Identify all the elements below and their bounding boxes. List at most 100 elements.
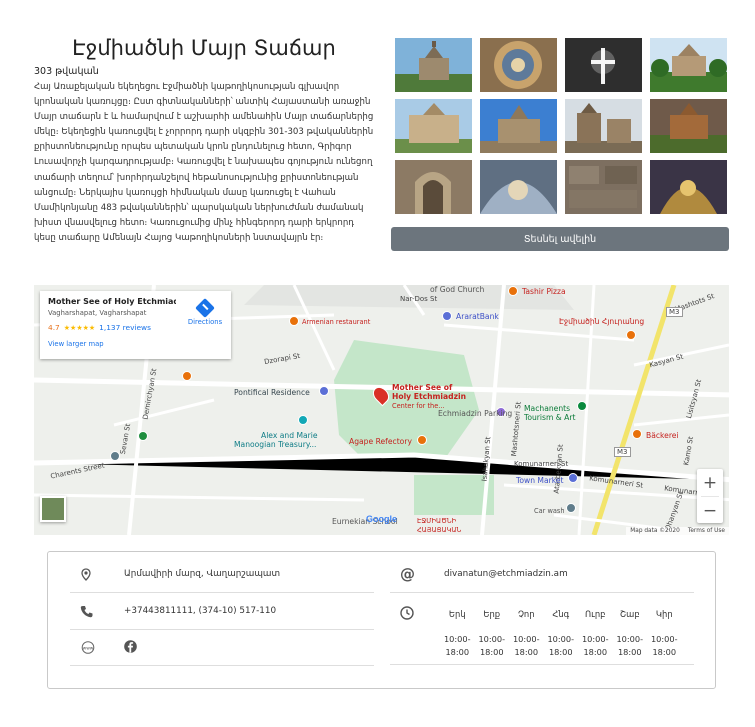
hours-time-value: 10:00- 18:00 (547, 633, 575, 657)
poi-manoogian-treasury[interactable]: Manoogian Treasury... (234, 440, 316, 449)
poi-machanents[interactable]: Tourism & Art (524, 413, 575, 422)
hours-row: Երկ Երք Չոր Հնգ Ուրբ Շաբ Կիր 10:00- 18:00 10:00- 1… (390, 593, 694, 665)
zoom-control: + − (697, 469, 723, 523)
google-logo-text: Google (366, 514, 397, 524)
hours-time-value: 10:00- 18:00 (616, 633, 644, 657)
poi-machanents[interactable]: Machanents (524, 404, 570, 413)
gallery-thumb-church-facade[interactable] (395, 99, 472, 153)
gallery-thumb-church-sunset[interactable] (650, 99, 727, 153)
contact-info-box: Արմավիրի մարզ, Վաղարշապատ +37443811111, … (47, 551, 716, 689)
stone-wall-photo (565, 160, 642, 214)
poi-araratbank[interactable]: AraratBank (456, 312, 499, 321)
hours-time-value: 10:00- 18:00 (581, 633, 609, 657)
car-wash-pin-icon[interactable] (566, 503, 576, 513)
satellite-toggle[interactable] (40, 496, 66, 522)
hours-day-label: Երք (483, 609, 501, 619)
church-garden-photo (650, 38, 727, 92)
gallery-thumb-cross-light[interactable] (565, 38, 642, 92)
directions-button[interactable]: Directions (185, 298, 225, 326)
hours-day-label: Շաբ (619, 609, 640, 619)
dome-interior-photo (480, 38, 557, 92)
embedded-map[interactable]: Nar-Dos St Mashtots St Kasyan St Lisitsy… (34, 285, 729, 535)
view-larger-map-link[interactable]: View larger map (48, 340, 223, 348)
park-pin-icon[interactable] (138, 431, 148, 441)
poi-pontifical-residence[interactable]: Pontifical Residence (234, 388, 310, 397)
phone-text[interactable]: +37443811111, (374-10) 517-110 (124, 606, 276, 616)
cross-light-photo (565, 38, 642, 92)
poi-mother-see-title[interactable]: Mother See of (392, 383, 452, 392)
directions-icon (195, 298, 215, 318)
clock-icon (400, 605, 414, 624)
gallery-thumb-dome-interior[interactable] (480, 38, 557, 92)
poi-agape-refectory[interactable]: Agape Refectory (349, 437, 412, 446)
poi-god-church[interactable]: of God Church (430, 285, 484, 294)
bank-pin-icon[interactable] (442, 311, 452, 321)
restaurant-pin-icon[interactable] (289, 316, 299, 326)
map-pin-icon (70, 567, 104, 581)
terms-link[interactable]: Terms of Use (688, 528, 725, 534)
place-info-card: Mother See of Holy Etchmiadz... Vagharsh… (40, 291, 231, 359)
gallery-thumb-gilded-interior[interactable] (650, 160, 727, 214)
rating-value: 4.7 (48, 323, 60, 332)
agape-pin-icon[interactable] (417, 435, 427, 445)
directions-label: Directions (187, 318, 223, 326)
church-facade-photo (395, 99, 472, 153)
reviews-link[interactable]: 1,137 reviews (99, 323, 151, 332)
highway-label: M3 (614, 447, 631, 457)
tashir-pin-icon[interactable] (508, 286, 518, 296)
gallery-thumb-carved-arch[interactable] (395, 160, 472, 214)
poi-armenian-restaurant[interactable]: Armenian restaurant (302, 318, 370, 326)
treasury-pin-icon[interactable] (298, 415, 308, 425)
gallery-thumb-church-blue-sky[interactable] (480, 99, 557, 153)
market-pin-icon[interactable] (568, 473, 578, 483)
machanents-pin-icon[interactable] (577, 401, 587, 411)
gilded-interior-photo (650, 160, 727, 214)
backerei-pin-icon[interactable] (632, 429, 642, 439)
photo-gallery (395, 38, 729, 214)
church-exterior-photo (395, 38, 472, 92)
highway-label: M3 (666, 307, 683, 317)
poi-ejmiatsin-school[interactable]: ԷՋՄԻԱԾՆԻ (417, 517, 456, 525)
landmark-pin-icon[interactable] (182, 371, 192, 381)
email-row: @ divanatun@etchmiadzin.am (390, 556, 694, 593)
gallery-thumb-church-garden[interactable] (650, 38, 727, 92)
at-sign-icon: @ (400, 565, 415, 583)
poi-ejmiatsin-hotel[interactable]: Էջմիածին Հյուրանոց (559, 317, 644, 326)
zoom-out-button[interactable]: − (697, 497, 723, 524)
poi-parking[interactable]: Echmiadzin Parking (438, 409, 512, 418)
gallery-thumb-stone-wall[interactable] (565, 160, 642, 214)
poi-backerei[interactable]: Bäckerei (646, 431, 679, 440)
hours-time-value: 10:00- 18:00 (512, 633, 540, 657)
description-text: Հայ Առաքելական եկեղեցու Էջմիածնի կաթողիկ… (34, 82, 374, 243)
carved-arch-photo (395, 160, 472, 214)
map-pin-icon[interactable] (110, 451, 120, 461)
gallery-thumb-church-belfry[interactable] (565, 99, 642, 153)
gallery-thumb-church-exterior[interactable] (395, 38, 472, 92)
web-icon[interactable]: www (70, 641, 104, 654)
zoom-in-button[interactable]: + (697, 469, 723, 496)
poi-mother-see-title[interactable]: Holy Etchmiadzin (392, 392, 466, 401)
map-attribution: Map data ©2020 Terms of Use (626, 527, 729, 535)
phone-row: +37443811111, (374-10) 517-110 (70, 593, 374, 630)
hours-time-value: 10:00- 18:00 (650, 633, 678, 657)
rating-stars-icon: ★★★★★ (63, 323, 96, 332)
phone-icon (70, 605, 104, 618)
poi-manoogian-treasury[interactable]: Alex and Marie (261, 431, 318, 440)
hours-day-label: Չոր (517, 609, 535, 619)
place-name: Mother See of Holy Etchmiadz... (48, 297, 176, 306)
gallery-thumb-painted-dome[interactable] (480, 160, 557, 214)
hotel-pin-icon[interactable] (626, 330, 636, 340)
poi-tashir[interactable]: Tashir Pizza (522, 287, 566, 296)
email-text[interactable]: divanatun@etchmiadzin.am (444, 569, 568, 579)
opening-hours-table: Երկ Երք Չոր Հնգ Ուրբ Շաբ Կիր 10:00- 18:00 10:00- 1… (440, 609, 682, 664)
poi-ejmiatsin-school[interactable]: ՀԱՅԱՑԱԿԱՆ (417, 526, 461, 534)
hours-day-label: Երկ (448, 609, 466, 619)
see-more-button[interactable]: Տեսնել ավելին (391, 227, 729, 251)
facebook-icon[interactable] (124, 639, 137, 656)
address-row: Արմավիրի մարզ, Վաղարշապատ (70, 556, 374, 593)
church-belfry-photo (565, 99, 642, 153)
poi-mother-see-subtitle[interactable]: Center for the... (392, 402, 445, 410)
poi-car-wash[interactable]: Car wash (534, 507, 565, 515)
pontifical-pin-icon[interactable] (319, 386, 329, 396)
poi-town-market[interactable]: Town Market (516, 476, 564, 485)
